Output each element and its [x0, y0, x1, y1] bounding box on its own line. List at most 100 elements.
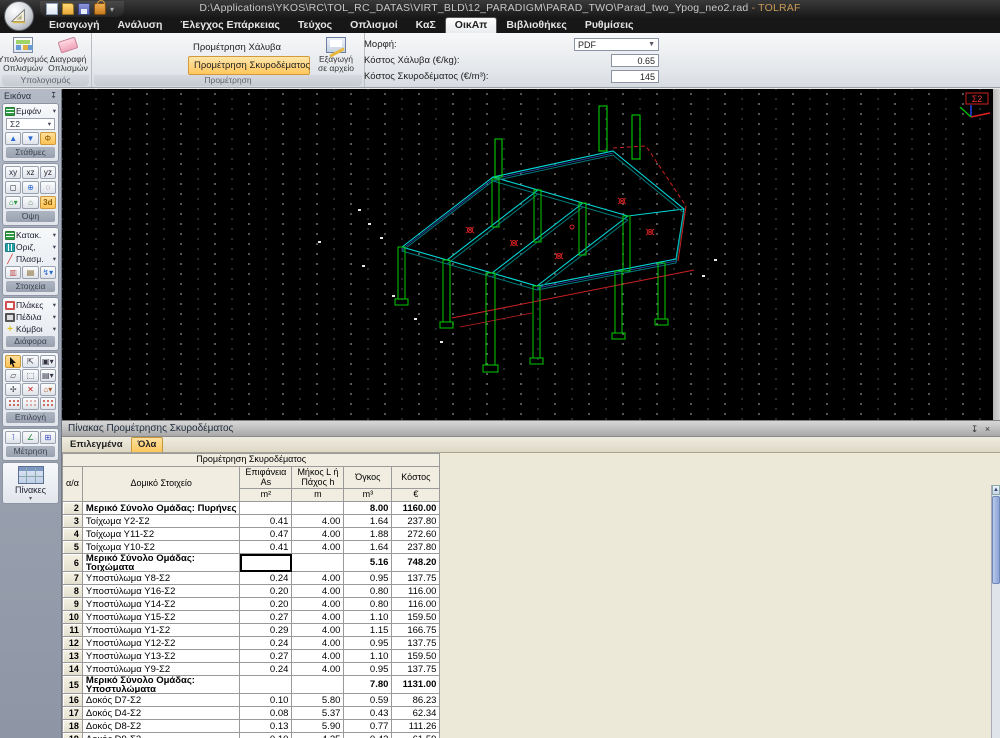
cell-length[interactable] [291, 501, 345, 515]
level-isolate-button[interactable]: Φ [39, 132, 56, 145]
ribbon-tab-Τεύχος[interactable]: Τεύχος [289, 18, 341, 33]
cell-length[interactable] [291, 553, 345, 572]
cell-element-name[interactable]: Μερικό Σύνολο Ομάδας: Υποστυλώματα [81, 675, 241, 694]
cell-element-name[interactable]: Υποστύλωμα Υ16-Σ2 [81, 584, 241, 598]
measure-coords-icon[interactable]: ⊞ [39, 431, 56, 444]
cell-element-name[interactable]: Δοκός D4-Σ2 [81, 706, 241, 720]
vertical-elements-button[interactable]: Κατακ. ▾ [4, 229, 57, 241]
select-window-tool[interactable]: ▣▾ [39, 355, 56, 368]
table-row[interactable]: 8 Υποστύλωμα Υ16-Σ2 0.20 4.00 0.80 116.00 [62, 584, 441, 598]
table-row[interactable]: 17 Δοκός D4-Σ2 0.08 5.37 0.43 62.34 [62, 706, 441, 720]
local-axes-icon[interactable]: ↯▾ [39, 266, 56, 279]
table-row[interactable]: 16 Δοκός D7-Σ2 0.10 5.80 0.59 86.23 [62, 693, 441, 707]
vertical-scrollbar[interactable]: ▲ [991, 485, 1000, 738]
cell-cost[interactable]: 137.75 [391, 662, 441, 676]
level-down-button[interactable]: ▼ [22, 132, 39, 145]
cell-cost[interactable]: 272.60 [391, 527, 441, 541]
cell-length[interactable]: 4.00 [291, 597, 345, 611]
cell-element-name[interactable]: Υποστύλωμα Υ13-Σ2 [81, 649, 241, 663]
section-view-icon[interactable]: ▥ [5, 266, 22, 279]
zoom-extents-icon[interactable]: ⊕ [22, 181, 39, 194]
cell-area[interactable]: 0.10 [239, 693, 293, 707]
measure-distance-icon[interactable]: ⊺ [5, 431, 22, 444]
row-header[interactable]: 14 [62, 662, 83, 676]
table-row[interactable]: 7 Υποστύλωμα Υ8-Σ2 0.24 4.00 0.95 137.75 [62, 571, 441, 585]
cell-length[interactable]: 4.00 [291, 636, 345, 650]
row-header[interactable]: 19 [62, 732, 83, 738]
deselect-tool[interactable]: ✕ [22, 383, 39, 396]
cell-area[interactable]: 0.29 [239, 623, 293, 637]
cell-volume[interactable]: 8.00 [343, 501, 393, 515]
ribbon-tab-ΚαΣ[interactable]: ΚαΣ [407, 18, 445, 33]
cell-element-name[interactable]: Μερικό Σύνολο Ομάδας: Πυρήνες [81, 501, 241, 515]
cell-length[interactable]: 5.90 [291, 719, 345, 733]
cell-cost[interactable]: 111.26 [391, 719, 441, 733]
new-file-icon[interactable] [46, 3, 58, 15]
cell-element-name[interactable]: Δοκός D7-Σ2 [81, 693, 241, 707]
row-header[interactable]: 8 [62, 584, 83, 598]
cell-length[interactable]: 4.00 [291, 540, 345, 554]
table-row[interactable]: 15 Μερικό Σύνολο Ομάδας: Υποστυλώματα 7.80 1… [62, 675, 441, 694]
cell-length[interactable]: 5.80 [291, 693, 345, 707]
model-3d-viewport[interactable]: Σ2 [62, 89, 993, 420]
cell-area[interactable]: 0.24 [239, 662, 293, 676]
level-up-button[interactable]: ▲ [5, 132, 22, 145]
row-header[interactable]: 5 [62, 540, 83, 554]
row-header[interactable]: 6 [62, 553, 83, 572]
cell-volume[interactable]: 0.80 [343, 597, 393, 611]
selected-cell[interactable] [239, 553, 293, 572]
cell-area[interactable]: 0.47 [239, 527, 293, 541]
cell-cost[interactable]: 159.50 [391, 610, 441, 624]
table-row[interactable]: 14 Υποστύλωμα Υ9-Σ2 0.24 4.00 0.95 137.75 [62, 662, 441, 676]
table-row[interactable]: 12 Υποστύλωμα Υ12-Σ2 0.24 4.00 0.95 137.75 [62, 636, 441, 650]
cell-volume[interactable]: 5.16 [343, 553, 393, 572]
cell-volume[interactable]: 0.59 [343, 693, 393, 707]
scroll-up-arrow[interactable]: ▲ [992, 485, 1000, 495]
ribbon-tab-Ρυθμίσεις[interactable]: Ρυθμίσεις [576, 18, 643, 33]
cell-area[interactable]: 0.27 [239, 649, 293, 663]
wireframe-view-button[interactable]: ⌂ [22, 196, 39, 209]
pin-icon[interactable]: ↧ [50, 91, 57, 100]
cell-cost[interactable]: 1131.00 [391, 675, 441, 694]
cell-element-name[interactable]: Υποστύλωμα Υ14-Σ2 [81, 597, 241, 611]
cell-volume[interactable]: 1.15 [343, 623, 393, 637]
cell-element-name[interactable]: Τοίχωμα Υ11-Σ2 [81, 527, 241, 541]
render-view-button[interactable]: ⌂▾ [5, 196, 22, 209]
view-3d-button[interactable]: 3d [39, 196, 56, 209]
cell-cost[interactable]: 116.00 [391, 597, 441, 611]
cell-area[interactable]: 0.08 [239, 706, 293, 720]
cell-volume[interactable]: 0.43 [343, 706, 393, 720]
cell-length[interactable]: 4.00 [291, 662, 345, 676]
steel-takeoff-button[interactable]: Προμέτρηση Χάλυβα [188, 39, 310, 56]
level-select[interactable]: Σ2 ▾ [6, 118, 55, 130]
cell-element-name[interactable]: Υποστύλωμα Υ15-Σ2 [81, 610, 241, 624]
select-crossing-tool[interactable]: ⬚ [22, 369, 39, 382]
cell-area[interactable]: 0.10 [239, 732, 293, 738]
calc-reinforcement-button[interactable]: Υπολογισμός Οπλισμών [0, 36, 48, 74]
cell-cost[interactable]: 1160.00 [391, 501, 441, 515]
table-row[interactable]: 2 Μερικό Σύνολο Ομάδας: Πυρήνες 8.00 1160.0… [62, 501, 441, 515]
cell-element-name[interactable]: Υποστύλωμα Υ1-Σ2 [81, 623, 241, 637]
cell-length[interactable]: 4.00 [291, 623, 345, 637]
row-header[interactable]: 12 [62, 636, 83, 650]
cell-cost[interactable]: 116.00 [391, 584, 441, 598]
grid-select-1-icon[interactable] [5, 397, 22, 410]
cell-area[interactable] [239, 675, 293, 694]
tables-button[interactable]: Πίνακες ▾ [2, 462, 59, 504]
cell-length[interactable]: 4.00 [291, 514, 345, 528]
row-header[interactable]: 18 [62, 719, 83, 733]
cell-element-name[interactable]: Υποστύλωμα Υ8-Σ2 [81, 571, 241, 585]
virtual-elements-button[interactable]: ╱ Πλασμ. ▾ [4, 253, 57, 265]
cell-cost[interactable]: 137.75 [391, 571, 441, 585]
cell-element-name[interactable]: Τοίχωμα Υ2-Σ2 [81, 514, 241, 528]
table-row[interactable]: 5 Τοίχωμα Υ10-Σ2 0.41 4.00 1.64 237.80 [62, 540, 441, 554]
row-header[interactable]: 2 [62, 501, 83, 515]
ribbon-tab-Βιβλιοθήκες[interactable]: Βιβλιοθήκες [497, 18, 575, 33]
horizontal-elements-button[interactable]: Οριζ, ▾ [4, 241, 57, 253]
pin-icon[interactable]: ↧ [968, 423, 981, 435]
measure-angle-icon[interactable]: ∠ [22, 431, 39, 444]
panel-tab-Επιλεγμένα[interactable]: Επιλεγμένα [64, 438, 129, 452]
select-group-tool[interactable]: ▤▾ [39, 369, 56, 382]
grid-select-3-icon[interactable] [39, 397, 56, 410]
table-row[interactable]: 11 Υποστύλωμα Υ1-Σ2 0.29 4.00 1.15 166.75 [62, 623, 441, 637]
